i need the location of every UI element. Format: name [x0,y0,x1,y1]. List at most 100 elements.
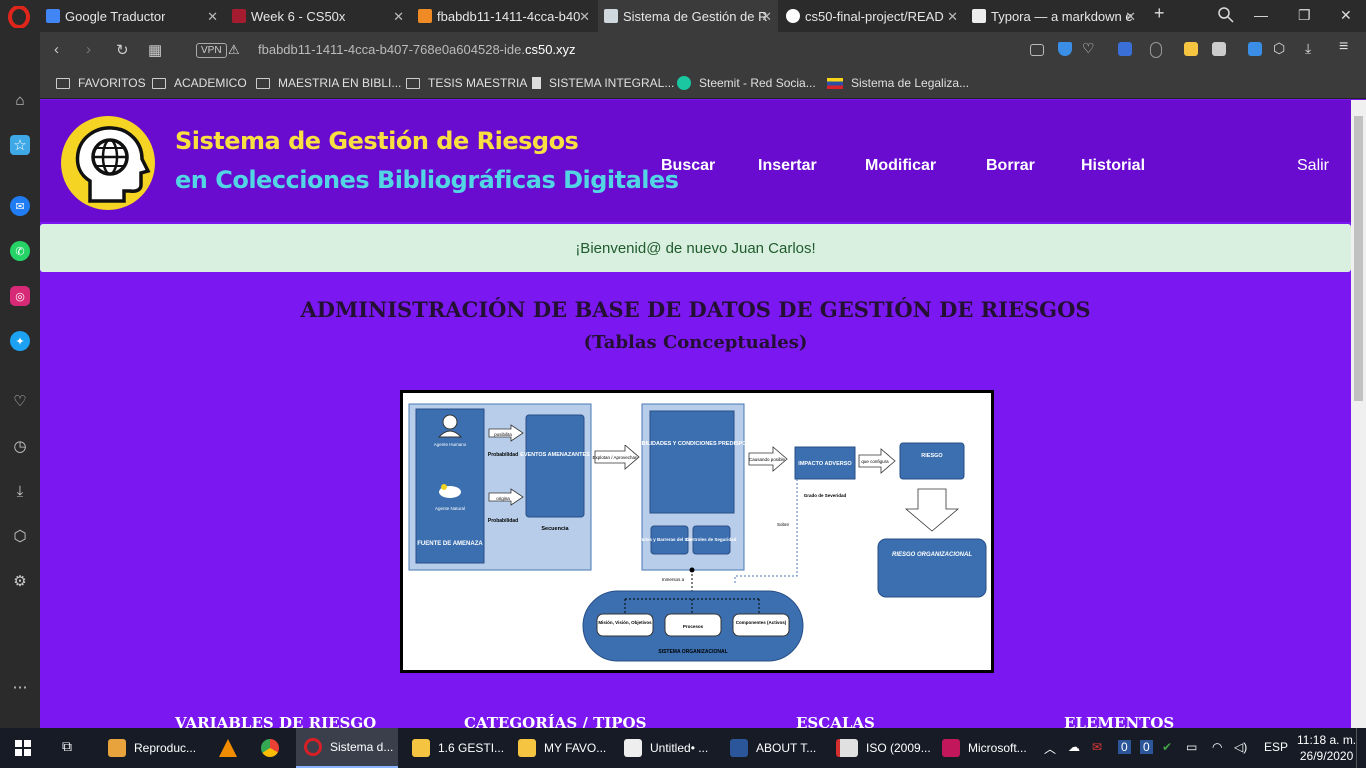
diag-procesos: Procesos [683,624,704,629]
whatsapp-icon[interactable]: ✆ [10,241,30,261]
windows-start-icon[interactable] [15,740,31,756]
onedrive-cloud-icon[interactable]: ☁ [1068,740,1080,754]
nav-borrar[interactable]: Borrar [986,157,1035,175]
tab-title: cs50-final-project/READ [805,8,944,24]
mouse-extension-icon[interactable] [1150,42,1162,58]
mail-icon[interactable]: ✉ [1092,740,1102,754]
tabs-grid-icon[interactable]: ▦ [148,41,162,59]
close-tab-icon[interactable]: ✕ [1125,9,1136,25]
nav-modificar[interactable]: Modificar [865,157,936,175]
volume-icon[interactable]: ◁) [1234,740,1247,754]
tab-sistema-gestion[interactable]: Sistema de Gestión de R ✕ [598,0,778,32]
taskbar-folder-favoritos[interactable]: MY FAVO... [510,728,620,768]
taskbar-reproductor[interactable]: Reproduc... [100,728,210,768]
bookmark-maestria[interactable]: MAESTRIA EN BIBLI... [256,76,401,90]
bookmark-favoritos[interactable]: FAVORITOS [56,76,146,90]
tray-app-icon[interactable]: 0 [1118,740,1131,754]
show-desktop-button[interactable] [1356,728,1366,768]
bookmark-sistema-integral[interactable]: SISTEMA INTEGRAL... [532,76,674,90]
url-field[interactable]: fbabdb11-1411-4cca-b407-768e0a604528-ide… [258,42,576,57]
wallet-icon[interactable] [1248,42,1262,56]
settings-gear-icon[interactable]: ⚙ [10,571,30,591]
welcome-alert: ¡Bienvenid@ de nuevo Juan Carlos! [40,224,1351,272]
nav-historial[interactable]: Historial [1081,157,1145,175]
taskbar-microsoft[interactable]: Microsoft... [934,728,1044,768]
heart-icon[interactable]: ♡ [1082,40,1095,57]
download-icon[interactable]: ⤓ [1305,40,1311,57]
tab-typora[interactable]: Typora — a markdown e ✕ [966,0,1142,32]
close-tab-icon[interactable]: ✕ [761,9,772,25]
new-tab-button[interactable]: + [1154,3,1165,24]
downloads-icon[interactable]: ⤓ [10,481,30,501]
close-tab-icon[interactable]: ✕ [947,9,958,25]
shield-icon[interactable] [1058,42,1072,56]
tab-google-traductor[interactable]: Google Traductor ✕ [40,0,224,32]
forward-icon[interactable]: › [86,41,91,58]
bookmark-steemit[interactable]: Steemit - Red Socia... [677,76,816,90]
cube-icon[interactable]: ⬡ [1273,40,1285,57]
bookmark-academico[interactable]: ACADEMICO [152,76,247,90]
bookmark-legalizacion[interactable]: Sistema de Legaliza... [827,76,969,90]
twitter-icon[interactable]: ✦ [10,331,30,351]
system-clock[interactable]: 11:18 a. m. 26/9/2020 [1297,732,1356,764]
messenger-icon[interactable]: ✉ [10,196,30,216]
taskbar-word[interactable]: ABOUT T... [722,728,832,768]
menu-icon[interactable]: ≡ [1339,38,1348,56]
tray-chevron-up-icon[interactable]: ︿ [1044,740,1056,757]
taskbar-folder-gestion[interactable]: 1.6 GESTI... [404,728,514,768]
diag-secuencia: Secuencia [541,526,569,532]
snapshot-icon[interactable] [1212,42,1226,56]
tray-check-icon[interactable]: ✔ [1162,740,1172,754]
tray-app-icon-2[interactable]: 0 [1140,740,1153,754]
taskbar-pdf[interactable]: ISO (2009... [828,728,938,768]
close-tab-icon[interactable]: ✕ [579,9,590,25]
diag-agente-humano: Agente Humano [434,442,467,447]
speed-dial-icon[interactable]: ☆ [10,135,30,155]
nav-insertar[interactable]: Insertar [758,157,817,175]
opera-logo-icon[interactable] [8,6,30,28]
language-indicator[interactable]: ESP [1264,740,1288,754]
heart-icon[interactable]: ♡ [10,391,30,411]
bookmark-tesis[interactable]: TESIS MAESTRIA [406,76,527,90]
taskbar-typora[interactable]: Untitled• ... [616,728,726,768]
clock-date: 26/9/2020 [1299,749,1354,763]
microsoft-app-icon [942,739,960,757]
back-icon[interactable]: ‹ [54,41,59,58]
tab-week6-cs50x[interactable]: Week 6 - CS50x ✕ [226,0,410,32]
tab-github-readme[interactable]: cs50-final-project/READ ✕ [780,0,964,32]
diag-probabilidad-2: Probabilidad [488,518,518,524]
camera-icon[interactable] [1030,44,1044,56]
close-tab-icon[interactable]: ✕ [207,9,218,25]
taskbar-sistema-active[interactable]: Sistema d... [296,728,398,768]
more-icon[interactable]: ⋯ [10,677,30,697]
restore-icon[interactable]: ❐ [1298,7,1311,24]
site-logo-head-globe-icon[interactable] [60,115,156,211]
document-icon [604,9,618,23]
page-scrollbar[interactable] [1351,100,1366,728]
diag-componentes: Componentes (Activos) [736,620,787,625]
instagram-icon[interactable]: ◎ [10,286,30,306]
minimize-icon[interactable]: — [1254,7,1268,23]
taskbar-vlc[interactable] [210,728,246,768]
taskbar-chrome[interactable] [252,728,288,768]
close-tab-icon[interactable]: ✕ [393,9,404,25]
warning-icon[interactable]: ⚠ [228,42,240,58]
extensions-cube-icon[interactable]: ⬡ [10,526,30,546]
opera-sidebar: ⌂ ☆ ✉ ✆ ◎ ✦ ♡ ◷ ⤓ ⬡ ⚙ ⋯ [0,32,40,728]
scrollbar-thumb[interactable] [1354,116,1363,401]
translate-extension-icon[interactable] [1118,42,1132,56]
nav-buscar[interactable]: Buscar [661,157,715,175]
reload-icon[interactable]: ↻ [116,41,129,59]
close-window-icon[interactable]: ✕ [1340,7,1352,24]
wifi-icon[interactable]: ◠ [1212,740,1222,754]
vpn-badge[interactable]: VPN [196,43,227,58]
home-icon[interactable]: ⌂ [10,90,30,110]
battery-icon[interactable]: ▭ [1186,740,1197,754]
task-view-icon[interactable]: ⧉ [62,738,72,755]
logout-link[interactable]: Salir [1297,157,1329,175]
extension-icon[interactable] [1184,42,1198,56]
flag-icon [827,77,843,89]
history-clock-icon[interactable]: ◷ [10,436,30,456]
search-icon[interactable] [1218,7,1234,23]
tab-ide[interactable]: fbabdb11-1411-4cca-b40 ✕ [412,0,596,32]
